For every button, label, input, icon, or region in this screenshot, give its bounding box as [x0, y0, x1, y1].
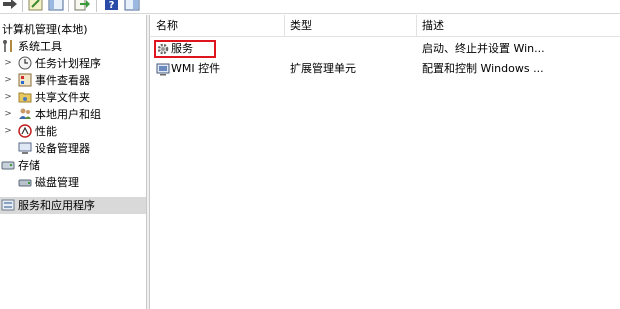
column-header-description[interactable]: 描述: [416, 15, 616, 37]
tree-item-performance[interactable]: > 性能: [0, 123, 146, 140]
shared-folder-icon: [18, 90, 32, 104]
svg-text:?: ?: [109, 0, 115, 11]
tree-item-label: 服务和应用程序: [18, 199, 95, 212]
list-item-wmi-control[interactable]: WMI 控件 扩展管理单元 配置和控制 Windows ...: [150, 60, 620, 78]
edit-icon[interactable]: [28, 0, 44, 12]
tree-item-computer-management[interactable]: 计算机管理(本地): [0, 21, 146, 38]
cell-type: 扩展管理单元: [290, 62, 356, 75]
console-tree-icon[interactable]: [48, 0, 64, 12]
chevron-right-icon[interactable]: >: [3, 57, 13, 69]
export-icon[interactable]: [74, 0, 90, 12]
list-header: 名称 类型 描述: [150, 15, 620, 37]
tree-item-system-tools[interactable]: 系统工具: [0, 38, 146, 55]
clock-icon: [18, 56, 32, 70]
chevron-right-icon[interactable]: >: [3, 125, 13, 137]
tree-item-label: 磁盘管理: [35, 176, 79, 189]
tree-item-label: 计算机管理(本地): [2, 23, 88, 36]
details-list: 名称 类型 描述 服务 启动、终止并设置 Win... WMI 控件 扩展管理单…: [150, 15, 620, 309]
services-apps-icon: [1, 198, 15, 212]
tree-item-task-scheduler[interactable]: > 任务计划程序: [0, 55, 146, 72]
list-item-services[interactable]: 服务 启动、终止并设置 Win...: [150, 40, 620, 58]
tree-item-label: 本地用户和组: [35, 108, 101, 121]
column-header-type[interactable]: 类型: [284, 15, 418, 37]
help-icon[interactable]: ?: [104, 0, 120, 12]
tree-item-label: 设备管理器: [35, 142, 90, 155]
users-icon: [18, 107, 32, 121]
tree-item-label: 系统工具: [18, 40, 62, 53]
cell-name: WMI 控件: [171, 62, 221, 75]
tree-item-label: 存储: [18, 159, 40, 172]
tools-icon: [1, 39, 15, 53]
tree-item-disk-management[interactable]: 磁盘管理: [0, 174, 146, 191]
annotation-highlight-box: [154, 40, 216, 58]
console-tree: 计算机管理(本地) 系统工具 > 任务计划程序 > 事件查看器 > 共享文件夹 …: [0, 15, 146, 309]
chevron-right-icon[interactable]: >: [3, 91, 13, 103]
tree-item-label: 任务计划程序: [35, 57, 101, 70]
column-header-name[interactable]: 名称: [150, 15, 284, 37]
cell-description: 启动、终止并设置 Win...: [422, 42, 545, 55]
tree-item-label: 性能: [35, 125, 57, 138]
chevron-right-icon[interactable]: >: [3, 74, 13, 86]
tree-item-services-and-applications[interactable]: 服务和应用程序: [0, 197, 146, 214]
tree-item-label: 共享文件夹: [35, 91, 90, 104]
toolbar: ?: [0, 0, 620, 14]
device-manager-icon: [18, 141, 32, 155]
cell-type: [290, 41, 414, 57]
performance-icon: [18, 124, 32, 138]
forward-arrow-icon[interactable]: [2, 0, 18, 12]
wmi-control-icon: [156, 62, 170, 76]
chevron-right-icon[interactable]: >: [3, 108, 13, 120]
tree-item-device-manager[interactable]: 设备管理器: [0, 140, 146, 157]
tree-item-label: 事件查看器: [35, 74, 90, 87]
tree-item-storage[interactable]: 存储: [0, 157, 146, 174]
tree-item-local-users[interactable]: > 本地用户和组: [0, 106, 146, 123]
show-pane-icon[interactable]: [124, 0, 140, 12]
tree-item-event-viewer[interactable]: > 事件查看器: [0, 72, 146, 89]
event-viewer-icon: [18, 73, 32, 87]
tree-item-shared-folders[interactable]: > 共享文件夹: [0, 89, 146, 106]
cell-description: 配置和控制 Windows ...: [422, 62, 544, 75]
storage-icon: [1, 158, 15, 172]
disk-icon: [18, 175, 32, 189]
